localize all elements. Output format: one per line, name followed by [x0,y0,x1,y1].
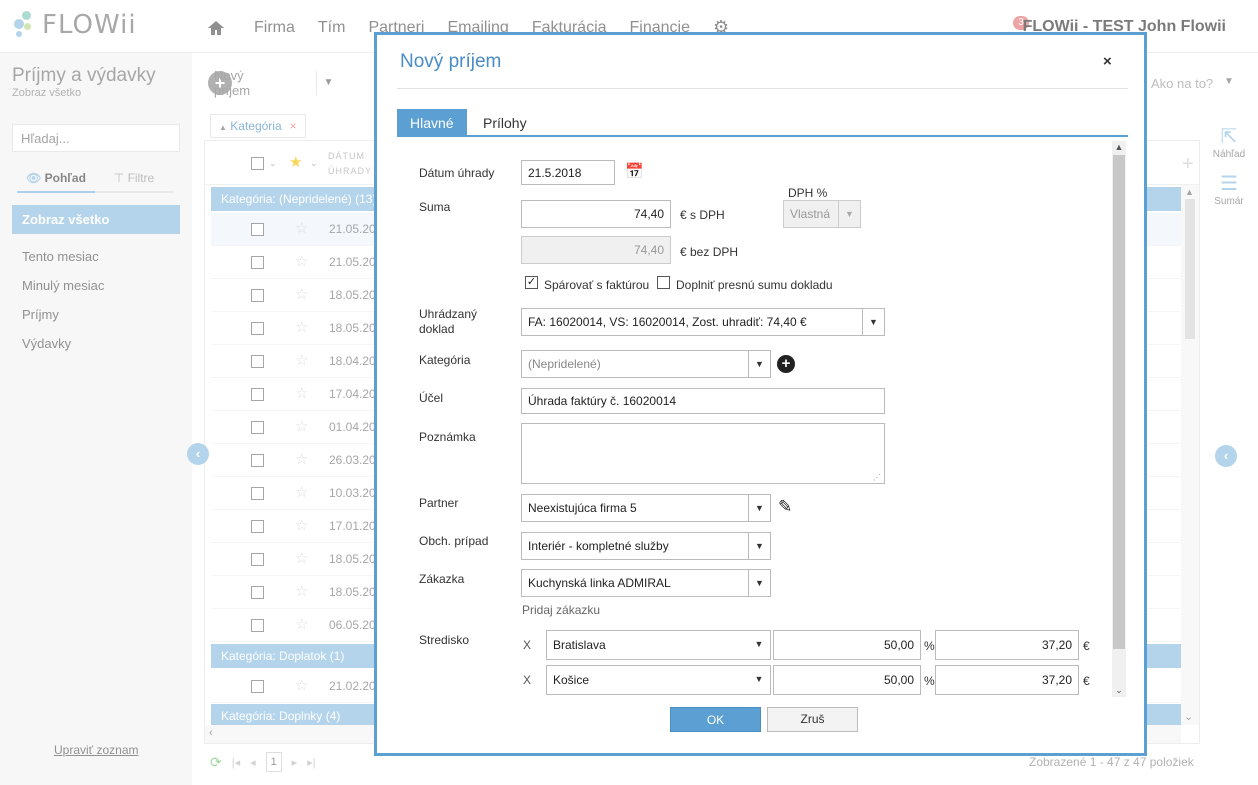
label-note: Poznámka [419,430,476,444]
center-amount-input[interactable]: 37,20 [935,665,1079,695]
vat-select[interactable]: Vlastná ▼ [783,200,861,228]
chevron-down-icon: ▼ [754,639,764,649]
chevron-down-icon: ▼ [754,674,764,684]
tab-attachments[interactable]: Prílohy [470,109,540,137]
scroll-up-icon[interactable]: ▲ [1112,142,1126,152]
chevron-down-icon: ▼ [862,309,884,335]
fill-exact-label: Doplniť presnú sumu dokladu [676,278,833,292]
scroll-down-icon[interactable]: ⌄ [1112,685,1126,696]
percent-unit: % [924,639,935,653]
add-order-link[interactable]: Pridaj zákazku [522,603,600,617]
add-category-icon[interactable]: + [777,355,795,373]
ok-button[interactable]: OK [670,707,761,732]
chevron-down-icon: ▼ [748,495,770,521]
center-percent-input[interactable]: 50,00 [773,630,921,660]
label-purpose: Účel [419,391,444,405]
remove-center-icon[interactable]: X [523,638,531,652]
center-select[interactable]: Košice ▼ [546,665,771,695]
chevron-down-icon: ▼ [748,533,770,559]
label-amount: Suma [419,200,451,214]
dialog-divider [397,88,1128,89]
amount-without-vat-input[interactable]: 74,40 [521,236,671,264]
resize-handle-icon[interactable]: ⋰ [873,473,881,482]
tab-main[interactable]: Hlavné [397,109,467,137]
dialog-form: Dátum úhrady 21.5.2018 📅 Suma 74,40 € s … [397,139,1127,695]
date-input[interactable]: 21.5.2018 [521,160,615,185]
category-select[interactable]: (Nepridelené) ▼ [521,350,771,378]
calendar-icon[interactable]: 📅 [625,162,644,180]
close-icon[interactable]: × [1103,53,1112,70]
label-deal: Obch. prípad [419,534,489,548]
center-amount-input[interactable]: 37,20 [935,630,1079,660]
cancel-button[interactable]: Zruš [767,707,858,732]
label-paid-doc: Uhrádzaný doklad [419,307,478,336]
new-income-dialog: Nový príjem × Hlavné Prílohy Dátum úhrad… [374,32,1147,756]
remove-center-icon[interactable]: X [523,673,531,687]
dialog-tabs: Hlavné Prílohy [397,109,1128,137]
currency-unit: € [1083,639,1090,653]
partner-select[interactable]: Neexistujúca firma 5 ▼ [521,494,771,522]
order-select[interactable]: Kuchynská linka ADMIRAL ▼ [521,569,771,597]
purpose-input[interactable]: Úhrada faktúry č. 16020014 [521,388,885,414]
label-vat-pct: DPH % [788,186,828,200]
label-order: Zákazka [419,572,465,586]
edit-partner-icon[interactable]: ✎ [778,497,792,517]
dialog-title: Nový príjem [400,51,502,72]
fill-exact-checkbox[interactable] [657,276,670,289]
label-currency-with-vat: € s DPH [680,208,725,222]
currency-unit: € [1083,674,1090,688]
deal-select[interactable]: Interiér - kompletné služby ▼ [521,532,771,560]
amount-with-vat-input[interactable]: 74,40 [521,200,671,228]
label-partner: Partner [419,496,459,510]
center-percent-input[interactable]: 50,00 [773,665,921,695]
pair-invoice-checkbox[interactable]: ✓ [525,276,538,289]
label-category: Kategória [419,353,471,367]
label-center: Stredisko [419,633,470,647]
paid-doc-select[interactable]: FA: 16020014, VS: 16020014, Zost. uhradi… [521,308,885,336]
chevron-down-icon: ▼ [748,570,770,596]
chevron-down-icon: ▼ [838,201,860,227]
label-date: Dátum úhrady [419,166,495,180]
dialog-scrollbar[interactable]: ▲ ⌄ [1112,141,1126,697]
note-textarea[interactable] [521,423,885,484]
center-select[interactable]: Bratislava ▼ [546,630,771,660]
percent-unit: % [924,674,935,688]
label-currency-without-vat: € bez DPH [680,245,739,259]
pair-invoice-label: Spárovať s faktúrou [544,278,650,292]
chevron-down-icon: ▼ [748,351,770,377]
